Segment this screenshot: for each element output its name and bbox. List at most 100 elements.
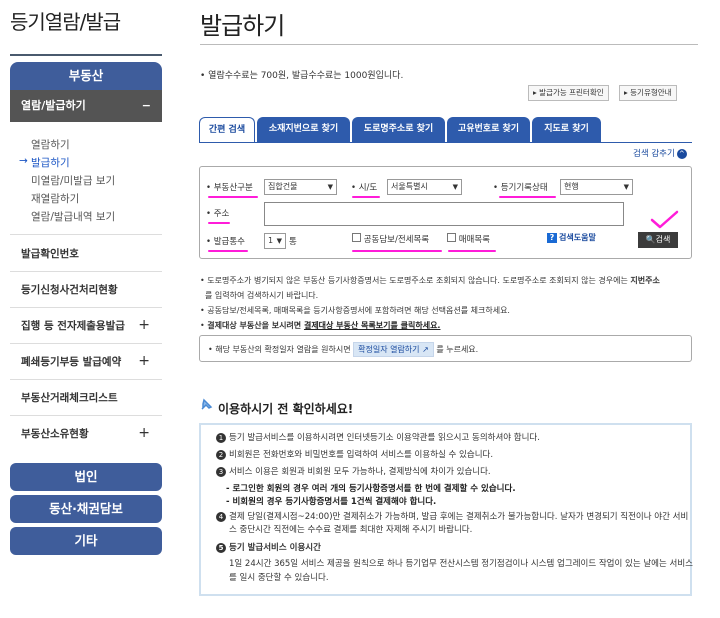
trade-list-checkbox[interactable] xyxy=(447,233,456,242)
registry-type-button[interactable]: ▸ 등기유형안내 xyxy=(619,85,677,101)
category-corporation[interactable]: 법인 xyxy=(10,463,162,491)
annotation-underline xyxy=(448,250,496,252)
submenu-issue[interactable]: → 발급하기 xyxy=(10,155,162,170)
check-item-5: 5 등기 발급서비스 이용시간 xyxy=(216,541,321,553)
note-bold: 결제대상 부동산을 보시려면 xyxy=(207,321,304,330)
check-item-4-cont: 스 중단시간 직전에는 수수료 결제를 최대한 자제해 주시기 바랍니다. xyxy=(229,525,473,535)
check-subitem-member: - 로그인한 회원의 경우 여러 개의 등기사항증명서를 한 번에 결제할 수 … xyxy=(226,484,516,494)
annotation-underline xyxy=(208,250,248,252)
tab-road-address[interactable]: 도로명주소로 찾기 xyxy=(352,117,445,142)
sidebar-item-ownership[interactable]: 부동산소유현황 + xyxy=(10,416,162,452)
number-icon: 3 xyxy=(216,467,226,477)
sidebar-item-confirm-number[interactable]: 발급확인번호 xyxy=(10,236,162,272)
menu-view-issue[interactable]: 열람/발급하기 − xyxy=(10,90,162,122)
category-realestate[interactable]: 부동산 xyxy=(10,62,162,90)
tab-simple-search[interactable]: 간편 검색 xyxy=(199,117,255,143)
number-icon: 2 xyxy=(216,450,226,460)
collapse-search-button[interactable]: 검색 감추기 ^ xyxy=(633,147,687,159)
sido-select[interactable]: 서울특별시 ▼ xyxy=(387,179,462,195)
notice-text: 를 누르세요. xyxy=(436,345,479,354)
submenu-history[interactable]: 열람/발급내역 보기 xyxy=(10,209,162,224)
submenu-unviewed[interactable]: 미열람/미발급 보기 xyxy=(10,173,162,188)
realestate-type-label: • 부동산구분 xyxy=(206,183,253,193)
check-subitem-guest: - 비회원의 경우 등기사항증명서를 1건씩 결제해야 합니다. xyxy=(226,497,437,507)
submenu-review[interactable]: 재열람하기 xyxy=(10,191,162,206)
issue-count-label: • 발급통수 xyxy=(206,237,245,247)
record-status-select[interactable]: 현행 ▼ xyxy=(560,179,633,195)
chevron-down-icon: ▼ xyxy=(452,183,458,191)
annotation-underline xyxy=(208,196,258,198)
search-icon: 🔍 xyxy=(645,235,656,244)
annotation-underline xyxy=(499,196,556,198)
realestate-type-select[interactable]: 집합건물 ▼ xyxy=(264,179,337,195)
tab-underline xyxy=(199,142,692,143)
check-item-5-cont: 1일 24시간 365일 서비스 제공을 원칙으로 하나 등기업무 전산시스템 … xyxy=(229,559,693,569)
submenu-issue-label: 발급하기 xyxy=(31,157,70,169)
sido-value: 서울특별시 xyxy=(391,182,428,191)
record-status-value: 현행 xyxy=(564,182,579,191)
tab-lot-number[interactable]: 소재지번으로 찾기 xyxy=(257,117,350,142)
check-text: 서비스 이용은 회원과 비회원 모두 가능하나, 결제방식에 차이가 있습니다. xyxy=(229,467,491,477)
category-movable-claim[interactable]: 동산·채권담보 xyxy=(10,495,162,523)
check-item-2: 2 비회원은 전화번호와 비밀번호를 입력하여 서비스를 이용하실 수 있습니다. xyxy=(216,448,493,460)
category-other[interactable]: 기타 xyxy=(10,527,162,555)
payment-list-link[interactable]: 결제대상 부동산 목록보기를 클릭하세요. xyxy=(304,321,441,330)
search-button-label: 검색 xyxy=(655,235,671,244)
search-help-button[interactable]: ? 검색도움말 xyxy=(547,232,596,246)
tab-unique-number[interactable]: 고유번호로 찾기 xyxy=(447,117,530,142)
note-road-address: • 도로명주소가 병기되지 않은 부동산 등기사항증명서는 도로명주소로 조회되… xyxy=(200,275,660,286)
check-text: 비회원은 전화번호와 비밀번호를 입력하여 서비스를 이용하실 수 있습니다. xyxy=(229,450,494,460)
sidebar-item-label: 폐쇄등기부등 발급예약 xyxy=(21,356,122,368)
number-icon: 5 xyxy=(216,543,226,553)
issue-count-select[interactable]: 1 ▼ xyxy=(264,233,286,249)
check-text: 결제 당일(결제시점~24:00)만 결제취소가 가능하며, 발급 후에는 결제… xyxy=(229,512,689,522)
sidebar-item-label: 등기신청사건처리현황 xyxy=(21,284,118,296)
note-text: • 도로명주소가 병기되지 않은 부동산 등기사항증명서는 도로명주소로 조회되… xyxy=(200,276,631,285)
sidebar-item-label: 부동산거래체크리스트 xyxy=(21,392,118,404)
collapse-label: 검색 감추기 xyxy=(633,149,675,159)
sidebar-title: 등기열람/발급 xyxy=(10,10,121,34)
tab-map[interactable]: 지도로 찾기 xyxy=(532,117,601,142)
chevron-down-icon: ▼ xyxy=(327,183,333,191)
chevron-up-icon: ^ xyxy=(676,149,687,159)
note-payment-list: • 결제대상 부동산을 보시려면 결제대상 부동산 목록보기를 클릭하세요. xyxy=(200,320,440,331)
record-status-label: • 등기기록상태 xyxy=(493,183,548,193)
check-text: 등기 발급서비스를 이용하시려면 인터넷등기소 이용약관를 읽으시고 동의하셔야… xyxy=(229,433,540,443)
expand-sign: + xyxy=(138,317,150,333)
check-item-1: 1 등기 발급서비스를 이용하시려면 인터넷등기소 이용약관를 읽으시고 동의하셔… xyxy=(216,431,540,443)
notice-text: • 해당 부동산의 확정일자 열람을 원하시면 xyxy=(208,345,351,354)
trade-list-option[interactable]: 매매목록 xyxy=(447,233,490,245)
annotation-underline xyxy=(352,250,442,252)
sidebar-item-electronic[interactable]: 집행 등 전자제출용발급 + xyxy=(10,308,162,344)
search-button[interactable]: 🔍검색 xyxy=(638,232,678,248)
chevron-down-icon: ▼ xyxy=(276,237,282,245)
note-bold: 지번주소 xyxy=(630,276,660,285)
confirm-date-button[interactable]: 확정일자 열람하기 ↗ xyxy=(353,342,434,357)
check-item-5-cont: 를 일시 중단할 수 있습니다. xyxy=(229,573,329,583)
annotation-checkmark xyxy=(650,210,679,229)
address-input[interactable] xyxy=(264,202,624,226)
joint-collateral-option[interactable]: 공동담보/전세목록 xyxy=(352,233,429,245)
joint-collateral-checkbox[interactable] xyxy=(352,233,361,242)
annotation-underline xyxy=(208,222,230,224)
confirm-date-text: • 해당 부동산의 확정일자 열람을 원하시면 확정일자 열람하기 ↗ 를 누르… xyxy=(208,342,478,357)
trade-list-label: 매매목록 xyxy=(458,235,490,245)
annotation-underline xyxy=(352,196,380,198)
check-section-title: 이용하시기 전 확인하세요! xyxy=(218,402,354,416)
sidebar-item-closed-reservation[interactable]: 폐쇄등기부등 발급예약 + xyxy=(10,344,162,380)
printer-check-button[interactable]: ▸ 발급가능 프린터확인 xyxy=(528,85,609,101)
collapse-sign: − xyxy=(141,99,151,112)
sidebar-item-case-status[interactable]: 등기신청사건처리현황 xyxy=(10,272,162,308)
search-help-label: 검색도움말 xyxy=(559,233,596,242)
realestate-type-value: 집합건물 xyxy=(268,182,298,191)
arrow-icon: → xyxy=(19,155,28,167)
sidebar-item-label: 집행 등 전자제출용발급 xyxy=(21,320,125,332)
question-icon: ? xyxy=(547,233,557,243)
sido-label: • 시/도 xyxy=(351,183,378,193)
submenu-view[interactable]: 열람하기 xyxy=(10,137,162,152)
fee-notice: • 열람수수료는 700원, 발급수수료는 1000원입니다. xyxy=(200,71,404,81)
number-icon: 1 xyxy=(216,433,226,443)
joint-collateral-label: 공동담보/전세목록 xyxy=(363,235,430,245)
sidebar-item-checklist[interactable]: 부동산거래체크리스트 xyxy=(10,380,162,416)
chevron-down-icon: ▼ xyxy=(623,183,629,191)
